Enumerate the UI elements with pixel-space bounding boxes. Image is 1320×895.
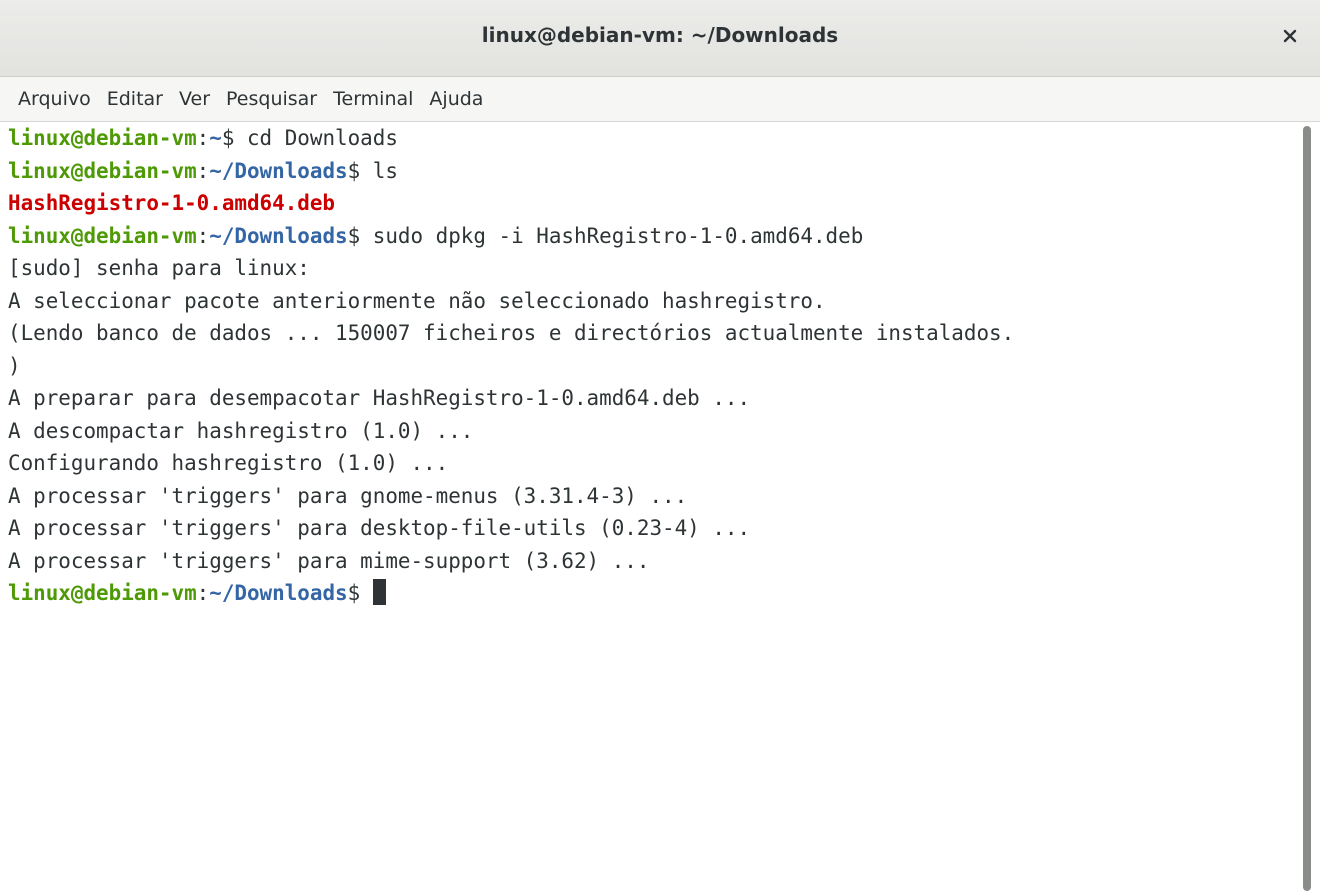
prompt-dollar: $ xyxy=(347,158,361,183)
terminal-line: linux@debian-vm:~/Downloads$ ls xyxy=(0,155,1296,188)
terminal-line: A preparar para desempacotar HashRegistr… xyxy=(8,386,751,410)
terminal-line: A processar 'triggers' para desktop-file… xyxy=(8,516,751,540)
prompt-dollar: $ xyxy=(347,581,361,605)
prompt-path: ~/Downloads xyxy=(209,158,348,183)
command-text: sudo dpkg -i HashRegistro-1-0.amd64.deb xyxy=(360,223,864,248)
prompt-colon: : xyxy=(196,126,210,150)
close-icon xyxy=(1283,29,1297,43)
deb-file-name: HashRegistro-1-0.amd64.deb xyxy=(8,191,336,215)
prompt-user: linux@debian-vm xyxy=(8,126,197,150)
prompt-user: linux@debian-vm xyxy=(8,581,197,605)
prompt-user: linux@debian-vm xyxy=(8,223,197,248)
close-button[interactable] xyxy=(1274,20,1306,52)
window-title: linux@debian-vm: ~/Downloads xyxy=(481,23,839,47)
terminal-line: [sudo] senha para linux: xyxy=(8,256,310,280)
terminal-output[interactable]: linux@debian-vm:~$ cd Downloads linux@de… xyxy=(0,122,1296,895)
text-cursor xyxy=(372,579,386,605)
title-bar[interactable]: linux@debian-vm: ~/Downloads xyxy=(0,0,1320,77)
menu-ajuda[interactable]: Ajuda xyxy=(422,81,490,117)
menu-terminal[interactable]: Terminal xyxy=(326,81,420,117)
prompt-path: ~/Downloads xyxy=(209,223,348,248)
terminal-line: ) xyxy=(8,353,21,378)
prompt-path: ~ xyxy=(209,126,222,150)
terminal-line: A processar 'triggers' para gnome-menus … xyxy=(8,483,688,508)
terminal-line: (Lendo banco de dados ... 150007 ficheir… xyxy=(8,321,1015,345)
scrollbar-thumb[interactable] xyxy=(1303,126,1311,891)
terminal-line: HashRegistro-1-0.amd64.deb xyxy=(0,187,1296,220)
prompt-colon: : xyxy=(196,223,210,248)
prompt-colon: : xyxy=(196,581,210,605)
terminal-line: A seleccionar pacote anteriormente não s… xyxy=(8,288,826,313)
terminal-line: A descompactar hashregistro (1.0) ... xyxy=(8,418,474,443)
prompt-dollar: $ xyxy=(221,126,235,150)
prompt-path: ~/Downloads xyxy=(209,581,348,605)
terminal-line-current: linux@debian-vm:~/Downloads$ xyxy=(0,577,1296,610)
vertical-scrollbar[interactable] xyxy=(1296,122,1320,895)
terminal-window: linux@debian-vm: ~/Downloads Arquivo Edi… xyxy=(0,0,1320,895)
command-text: ls xyxy=(360,158,398,183)
menu-pesquisar[interactable]: Pesquisar xyxy=(219,81,324,117)
terminal-line: Configurando hashregistro (1.0) ... xyxy=(8,451,449,475)
terminal-line: linux@debian-vm:~$ cd Downloads xyxy=(0,122,1296,155)
terminal-line: A processar 'triggers' para mime-support… xyxy=(8,548,650,573)
menu-ver[interactable]: Ver xyxy=(172,81,217,117)
command-text: cd Downloads xyxy=(234,126,398,150)
prompt-user: linux@debian-vm xyxy=(8,158,197,183)
terminal-line: linux@debian-vm:~/Downloads$ sudo dpkg -… xyxy=(0,220,1296,253)
menu-bar: Arquivo Editar Ver Pesquisar Terminal Aj… xyxy=(0,77,1320,122)
prompt-colon: : xyxy=(196,158,210,183)
prompt-dollar: $ xyxy=(347,223,361,248)
menu-editar[interactable]: Editar xyxy=(100,81,170,117)
menu-arquivo[interactable]: Arquivo xyxy=(11,81,98,117)
command-text xyxy=(360,581,373,605)
